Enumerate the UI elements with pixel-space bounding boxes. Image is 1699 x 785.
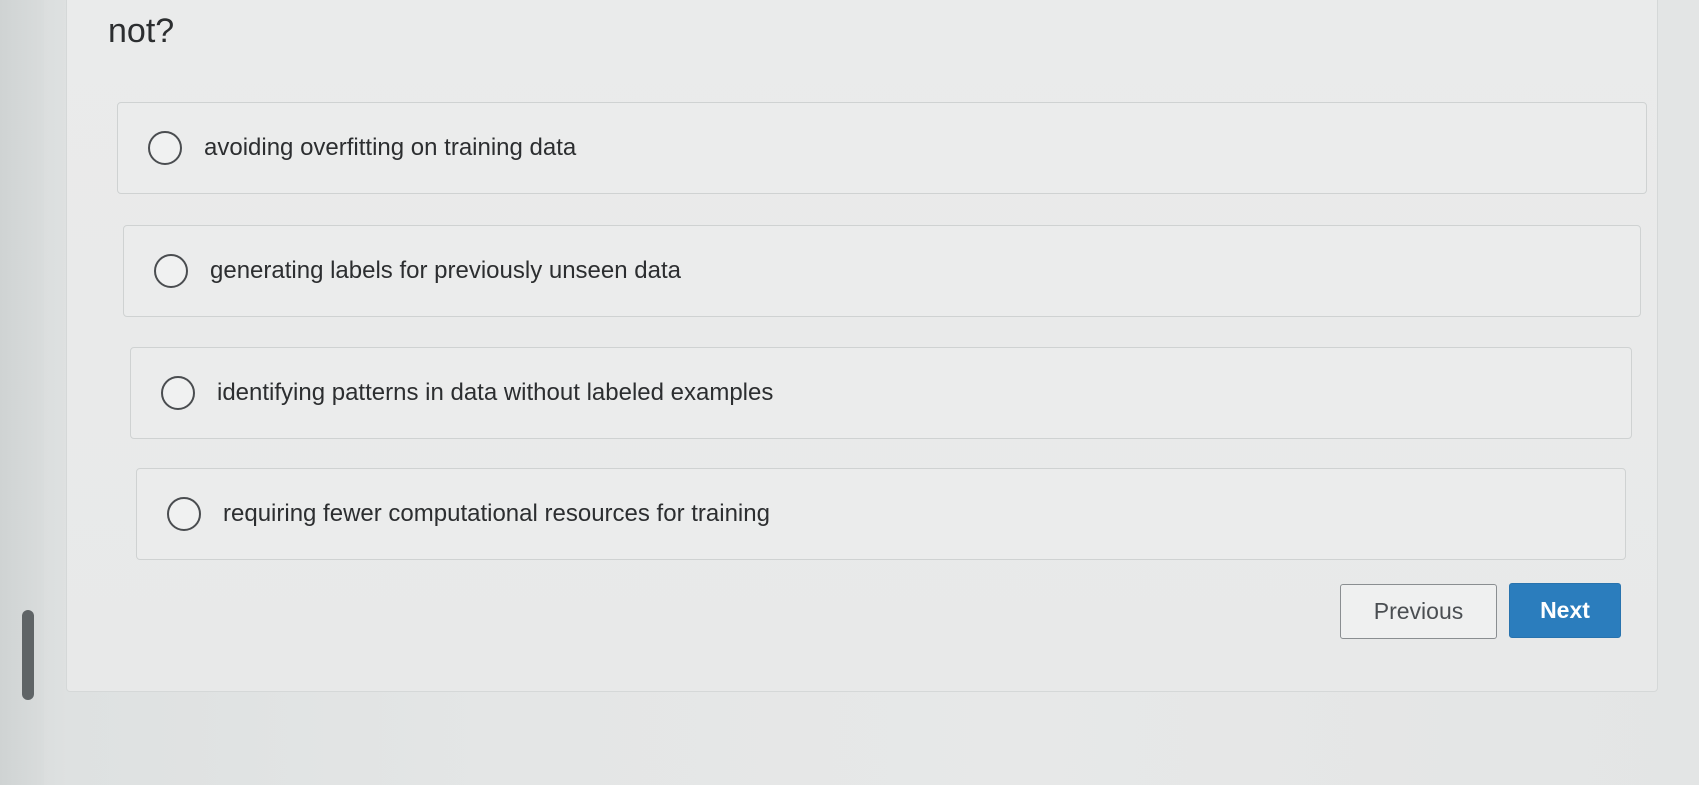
answer-option-2[interactable]: generating labels for previously unseen … <box>123 225 1641 317</box>
answer-option-1[interactable]: avoiding overfitting on training data <box>117 102 1647 194</box>
scrollbar-thumb[interactable] <box>22 610 34 700</box>
question-text: not? <box>108 12 175 50</box>
answer-label: identifying patterns in data without lab… <box>217 379 774 406</box>
answer-option-3[interactable]: identifying patterns in data without lab… <box>130 347 1632 439</box>
radio-button[interactable] <box>148 131 182 165</box>
next-button[interactable]: Next <box>1509 583 1621 638</box>
radio-button[interactable] <box>161 376 195 410</box>
radio-button[interactable] <box>154 254 188 288</box>
radio-button[interactable] <box>167 497 201 531</box>
answer-label: avoiding overfitting on training data <box>204 134 577 161</box>
previous-button[interactable]: Previous <box>1340 584 1497 639</box>
answer-label: generating labels for previously unseen … <box>210 257 681 284</box>
answer-label: requiring fewer computational resources … <box>223 500 770 527</box>
answer-option-4[interactable]: requiring fewer computational resources … <box>136 468 1626 560</box>
scrollbar[interactable] <box>0 0 44 785</box>
